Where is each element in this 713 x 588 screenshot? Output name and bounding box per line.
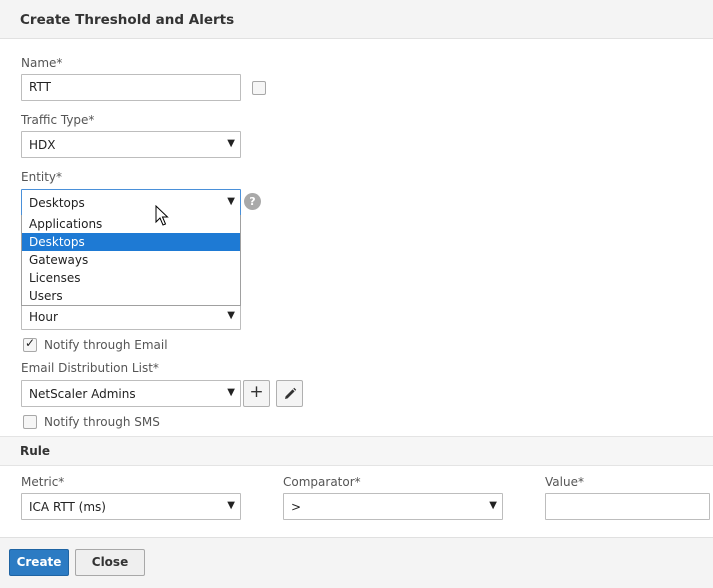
dialog-title: Create Threshold and Alerts [20, 12, 235, 28]
add-email-list-button[interactable]: + [243, 380, 270, 407]
period-value: Hour [29, 310, 58, 324]
dialog-footer: Create Close [0, 537, 713, 588]
comparator-value: > [291, 500, 302, 514]
notify-sms-checkbox[interactable] [23, 415, 37, 429]
entity-value: Desktops [29, 196, 85, 210]
email-list-value: NetScaler Admins [29, 387, 136, 401]
traffic-type-value: HDX [29, 138, 56, 152]
pencil-icon [284, 387, 296, 399]
email-list-select[interactable]: NetScaler Admins ▼ [21, 380, 241, 407]
metric-select[interactable]: ICA RTT (ms) ▼ [21, 493, 241, 520]
chevron-down-icon: ▼ [227, 310, 235, 321]
entity-label: Entity* [21, 170, 63, 184]
metric-value: ICA RTT (ms) [29, 500, 106, 514]
entity-option-users[interactable]: Users [22, 287, 240, 305]
name-input[interactable]: RTT [21, 74, 241, 101]
rule-section-header: Rule [0, 436, 713, 466]
entity-dropdown-list: Applications Desktops Gateways Licenses … [21, 215, 241, 306]
chevron-down-icon: ▼ [489, 500, 497, 511]
entity-option-desktops[interactable]: Desktops [22, 233, 240, 251]
value-input[interactable] [545, 493, 710, 520]
rule-section-title: Rule [20, 444, 51, 458]
metric-label: Metric* [21, 475, 65, 489]
entity-option-applications[interactable]: Applications [22, 215, 240, 233]
chevron-down-icon: ▼ [227, 138, 235, 149]
close-button[interactable]: Close [75, 549, 145, 576]
value-label: Value* [545, 475, 584, 489]
notify-sms-label: Notify through SMS [44, 415, 160, 429]
period-select[interactable]: Hour ▼ [21, 303, 241, 330]
entity-select[interactable]: Desktops ▼ [21, 189, 241, 216]
dialog-header: Create Threshold and Alerts [0, 0, 713, 39]
notify-email-checkbox[interactable]: ✓ [23, 336, 37, 352]
comparator-label: Comparator* [283, 475, 361, 489]
name-checkbox[interactable] [252, 81, 266, 95]
chevron-down-icon: ▼ [227, 387, 235, 398]
mouse-cursor-icon [155, 205, 169, 226]
traffic-type-label: Traffic Type* [21, 113, 95, 127]
notify-email-label: Notify through Email [44, 338, 168, 352]
chevron-down-icon: ▼ [227, 500, 235, 511]
name-label: Name* [21, 56, 63, 70]
create-button[interactable]: Create [9, 549, 69, 576]
edit-email-list-button[interactable] [276, 380, 303, 407]
entity-option-licenses[interactable]: Licenses [22, 269, 240, 287]
email-list-label: Email Distribution List* [21, 361, 159, 375]
comparator-select[interactable]: > ▼ [283, 493, 503, 520]
checkmark-icon: ✓ [25, 336, 36, 350]
chevron-down-icon: ▼ [227, 196, 235, 207]
entity-option-gateways[interactable]: Gateways [22, 251, 240, 269]
plus-icon: + [249, 382, 264, 402]
help-icon[interactable]: ? [244, 193, 261, 210]
traffic-type-select[interactable]: HDX ▼ [21, 131, 241, 158]
